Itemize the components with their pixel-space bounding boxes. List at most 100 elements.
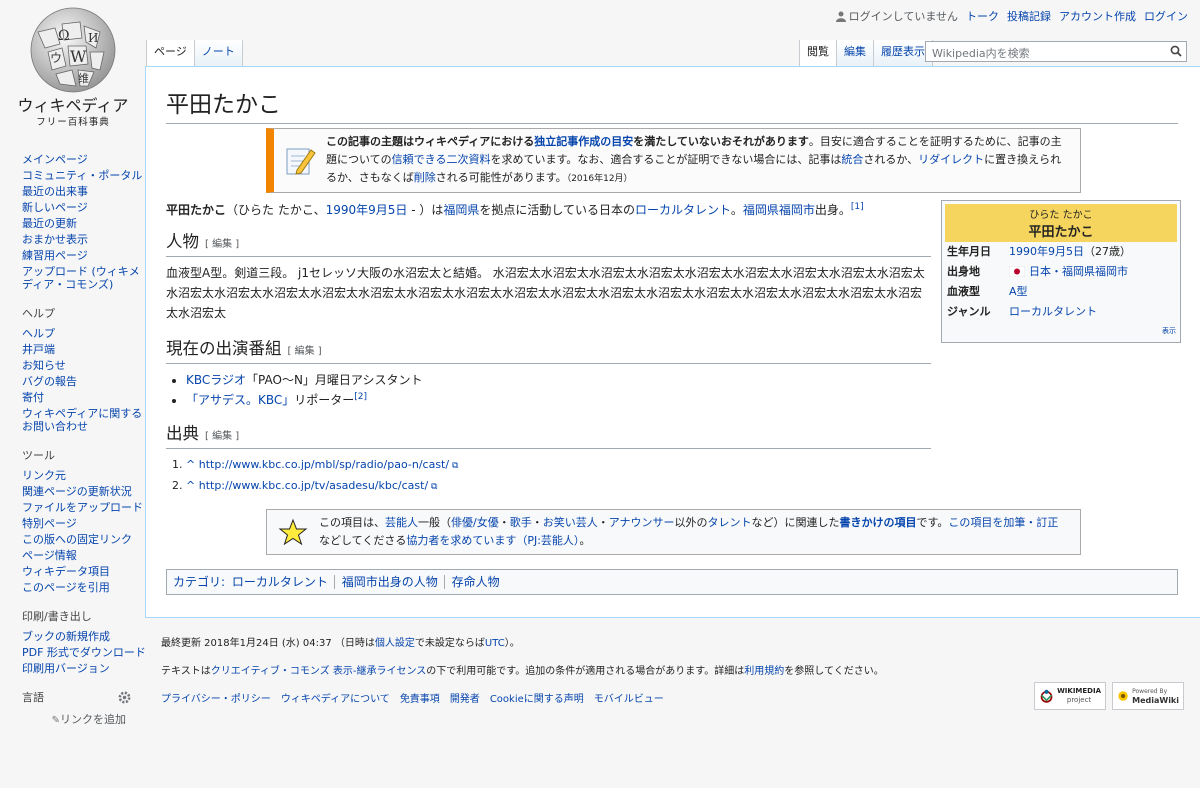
tab-page[interactable]: ページ bbox=[146, 40, 195, 66]
sidebar-item-upload-file[interactable]: ファイルをアップロード bbox=[22, 501, 146, 514]
sidebar-item-sandbox[interactable]: 練習用ページ bbox=[22, 249, 146, 262]
mediawiki-badge[interactable]: Powered By MediaWiki bbox=[1112, 682, 1184, 710]
talent-link[interactable]: タレント bbox=[708, 516, 752, 529]
utc-link[interactable]: UTC bbox=[485, 638, 505, 649]
reliable-link[interactable]: 信頼できる bbox=[392, 153, 447, 166]
ref-1-link[interactable]: [1] bbox=[851, 202, 864, 212]
sidebar-item-pdf[interactable]: PDF 形式でダウンロード bbox=[22, 646, 146, 659]
cookie-link[interactable]: Cookieに関する声明 bbox=[490, 693, 584, 707]
add-edit-link[interactable]: この項目を加筆・訂正 bbox=[948, 516, 1058, 529]
backref-caret[interactable]: ^ bbox=[186, 479, 195, 492]
ref-2-link[interactable]: [2] bbox=[354, 392, 367, 402]
notice-bold-1: この記事の主題はウィキペディアにおける bbox=[326, 135, 535, 148]
secondary-source-link[interactable]: 二次資料 bbox=[446, 153, 490, 166]
sidebar-item-cite[interactable]: このページを引用 bbox=[22, 581, 146, 594]
stub-item-link[interactable]: 書きかけの項目 bbox=[840, 516, 917, 529]
sidebar-item-random[interactable]: おまかせ表示 bbox=[22, 233, 146, 246]
search-input[interactable]: Wikipedia内を検索 bbox=[925, 41, 1187, 62]
actor-link[interactable]: 俳優/女優 bbox=[451, 516, 499, 529]
infobox-birth-link[interactable]: 1990年9月5日 bbox=[1009, 244, 1084, 260]
about-link[interactable]: ウィキペディアについて bbox=[281, 693, 390, 707]
add-links-wrap: ✎リンクを追加 bbox=[22, 711, 146, 727]
sidebar-item-wikidata[interactable]: ウィキデータ項目 bbox=[22, 565, 146, 578]
create-account-link[interactable]: アカウント作成 bbox=[1059, 8, 1136, 24]
infobox-row-blood: 血液型 A型 bbox=[945, 282, 1177, 302]
sidebar-item-community[interactable]: コミュニティ・ポータル bbox=[22, 169, 146, 182]
source-2-link[interactable]: http://www.kbc.co.jp/tv/asadesu/kbc/cast… bbox=[199, 479, 428, 492]
developers-link[interactable]: 開発者 bbox=[450, 693, 480, 707]
backref-caret[interactable]: ^ bbox=[186, 458, 195, 471]
deletion-link[interactable]: 削除 bbox=[414, 171, 436, 184]
merge-link[interactable]: 統合 bbox=[841, 153, 863, 166]
fukuoka-city-link[interactable]: 福岡県福岡市 bbox=[743, 203, 815, 217]
mobile-view-link[interactable]: モバイルビュー bbox=[594, 693, 664, 707]
asadesu-link[interactable]: 「アサデス。KBC」 bbox=[186, 393, 294, 407]
content-area: 平田たかこ この記事の主題はウィキペディアにおける独立記事作成の目安を満たしてい… bbox=[145, 66, 1200, 618]
singer-link[interactable]: 歌手 bbox=[510, 516, 532, 529]
infobox-origin-link[interactable]: 日本・福岡県福岡市 bbox=[1029, 264, 1128, 280]
category-link[interactable]: 福岡市出身の人物 bbox=[338, 575, 445, 589]
fukuoka-link[interactable]: 福岡県 bbox=[443, 203, 479, 217]
sidebar-item-special-pages[interactable]: 特別ページ bbox=[22, 517, 146, 530]
cc-license-link[interactable]: クリエイティブ・コモンズ 表示-継承ライセンス bbox=[211, 666, 427, 677]
contributions-link[interactable]: 投稿記録 bbox=[1007, 8, 1051, 24]
notability-guideline-link[interactable]: 独立記事作成の目安 bbox=[534, 135, 633, 148]
sidebar-item-what-links-here[interactable]: リンク元 bbox=[22, 469, 146, 482]
edit-section-link[interactable]: [ 編集 ] bbox=[205, 431, 239, 442]
infobox-show-link[interactable]: 表示 bbox=[1162, 326, 1176, 336]
sidebar-item-donate[interactable]: 寄付 bbox=[22, 391, 146, 404]
source-1-link[interactable]: http://www.kbc.co.jp/mbl/sp/radio/pao-n/… bbox=[199, 458, 449, 471]
sidebar-tools: ツール リンク元 関連ページの更新状況 ファイルをアップロード 特別ページ この… bbox=[22, 447, 146, 594]
redirect-link[interactable]: リダイレクト bbox=[918, 153, 984, 166]
sidebar-item-recent-changes[interactable]: 最近の更新 bbox=[22, 217, 146, 230]
category-link[interactable]: ローカルタレント bbox=[231, 575, 335, 589]
seeking-help-link[interactable]: 協力者を求めています bbox=[406, 534, 516, 547]
gear-icon[interactable] bbox=[118, 691, 131, 704]
sidebar-item-printable[interactable]: 印刷用バージョン bbox=[22, 662, 146, 675]
sidebar-item-page-info[interactable]: ページ情報 bbox=[22, 549, 146, 562]
sidebar-item-bug-report[interactable]: バグの報告 bbox=[22, 375, 146, 388]
sidebar-item-contact[interactable]: ウィキペディアに関するお問い合わせ bbox=[22, 407, 146, 433]
talk-link[interactable]: トーク bbox=[966, 8, 999, 24]
edit-section-link[interactable]: [ 編集 ] bbox=[205, 239, 239, 250]
search-icon[interactable] bbox=[1170, 45, 1182, 57]
entertainer-link[interactable]: 芸能人 bbox=[385, 516, 418, 529]
disclaimer-link[interactable]: 免責事項 bbox=[400, 693, 440, 707]
sidebar-item-main-page[interactable]: メインページ bbox=[22, 153, 146, 166]
sidebar-item-current-events[interactable]: 最近の出来事 bbox=[22, 185, 146, 198]
sidebar-item-new-pages[interactable]: 新しいページ bbox=[22, 201, 146, 214]
preferences-link[interactable]: 個人設定 bbox=[375, 638, 415, 649]
birthdate-link[interactable]: 1990年9月5日 bbox=[326, 203, 408, 217]
announcer-link[interactable]: アナウンサー bbox=[609, 516, 675, 529]
sidebar-item-notices[interactable]: お知らせ bbox=[22, 359, 146, 372]
infobox-genre-link[interactable]: ローカルタレント bbox=[1009, 304, 1097, 320]
wikimedia-project-badge[interactable]: WIKIMEDIA project bbox=[1034, 682, 1106, 710]
categories-label[interactable]: カテゴリ: bbox=[173, 575, 225, 589]
local-talent-link[interactable]: ローカルタレント bbox=[635, 203, 731, 217]
sidebar-item-help[interactable]: ヘルプ bbox=[22, 327, 146, 340]
sidebar-item-permalink[interactable]: この版への固定リンク bbox=[22, 533, 146, 546]
comedian-link[interactable]: お笑い芸人 bbox=[543, 516, 598, 529]
wikipedia-logo[interactable]: Ω W И ウ 维 ウィキペディア フリー百科事典 bbox=[0, 0, 146, 140]
add-links-link[interactable]: リンクを追加 bbox=[60, 713, 126, 726]
sidebar-item-related-changes[interactable]: 関連ページの更新状況 bbox=[22, 485, 146, 498]
tab-note[interactable]: ノート bbox=[194, 40, 243, 66]
tab-edit[interactable]: 編集 bbox=[837, 40, 874, 66]
infobox-blood-link[interactable]: A型 bbox=[1009, 284, 1028, 300]
login-link[interactable]: ログイン bbox=[1144, 8, 1188, 24]
sidebar-item-create-book[interactable]: ブックの新規作成 bbox=[22, 630, 146, 643]
kbc-radio-link[interactable]: KBCラジオ bbox=[186, 373, 246, 387]
sidebar-item-village-pump[interactable]: 井戸端 bbox=[22, 343, 146, 356]
stub-part-5: です。 bbox=[916, 516, 949, 529]
svg-text:维: 维 bbox=[78, 72, 89, 85]
edit-section-link[interactable]: [ 編集 ] bbox=[288, 346, 322, 357]
svg-text:ウ: ウ bbox=[50, 51, 62, 65]
sidebar-item-upload-commons[interactable]: アップロード (ウィキメディア・コモンズ) bbox=[22, 265, 146, 291]
privacy-link[interactable]: プライバシー・ポリシー bbox=[161, 693, 271, 707]
terms-link[interactable]: 利用規約 bbox=[744, 666, 784, 677]
tab-read[interactable]: 閲覧 bbox=[799, 40, 837, 66]
notice-icon-wrap bbox=[274, 144, 326, 178]
project-link[interactable]: （PJ:芸能人） bbox=[516, 534, 579, 547]
search-placeholder: Wikipedia内を検索 bbox=[932, 47, 1030, 60]
category-link[interactable]: 存命人物 bbox=[449, 575, 500, 589]
